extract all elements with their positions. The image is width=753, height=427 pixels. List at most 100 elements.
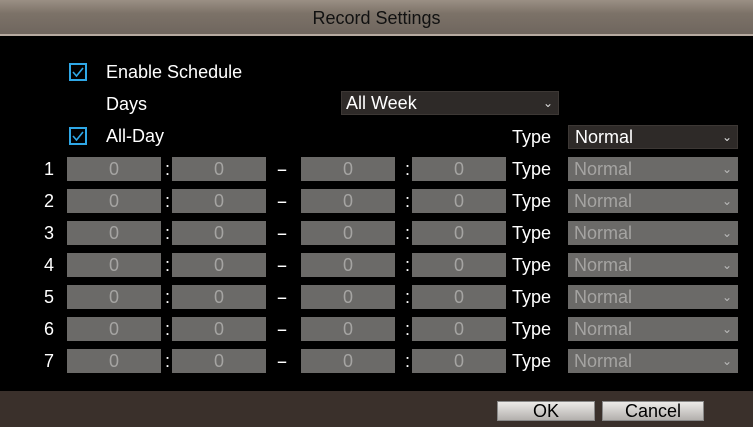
period-type-select[interactable]: Normal ⌄ xyxy=(568,285,738,309)
period-index: 7 xyxy=(44,351,55,371)
period-type-select[interactable]: Normal ⌄ xyxy=(568,317,738,341)
start-hour-field[interactable]: 0 xyxy=(67,221,161,245)
chevron-down-icon: ⌄ xyxy=(721,354,732,368)
time-range-separator: -- xyxy=(277,287,287,307)
period-type-select[interactable]: Normal ⌄ xyxy=(568,221,738,245)
period-index: 4 xyxy=(44,255,55,275)
ok-button[interactable]: OK xyxy=(497,401,595,421)
start-hour-field[interactable]: 0 xyxy=(67,157,161,181)
period-type-label: Type xyxy=(512,159,552,179)
time-range-separator: -- xyxy=(277,191,287,211)
type-label: Type xyxy=(512,127,552,147)
chevron-down-icon: ⌄ xyxy=(542,96,553,110)
time-colon: : xyxy=(405,319,411,339)
chevron-down-icon: ⌄ xyxy=(721,162,732,176)
period-type-value: Normal xyxy=(574,159,633,179)
record-settings-panel: Enable Schedule Days All Week ⌄ All-Day … xyxy=(0,36,753,391)
end-minute-field[interactable]: 0 xyxy=(412,189,506,213)
time-colon: : xyxy=(405,223,411,243)
period-row: 5 0 : 0 -- 0 : 0 Type Normal ⌄ xyxy=(0,284,753,310)
period-index: 3 xyxy=(44,223,55,243)
time-colon: : xyxy=(165,159,171,179)
days-select-value: All Week xyxy=(346,93,417,113)
time-colon: : xyxy=(405,351,411,371)
time-range-separator: -- xyxy=(277,159,287,179)
end-hour-field[interactable]: 0 xyxy=(301,189,395,213)
start-hour-field[interactable]: 0 xyxy=(67,349,161,373)
time-colon: : xyxy=(165,319,171,339)
checkmark-icon xyxy=(72,131,84,142)
record-type-select[interactable]: Normal ⌄ xyxy=(568,125,738,149)
time-range-separator: -- xyxy=(277,255,287,275)
end-hour-field[interactable]: 0 xyxy=(301,317,395,341)
period-row: 2 0 : 0 -- 0 : 0 Type Normal ⌄ xyxy=(0,188,753,214)
period-type-value: Normal xyxy=(574,223,633,243)
period-type-label: Type xyxy=(512,255,552,275)
period-type-label: Type xyxy=(512,223,552,243)
start-minute-field[interactable]: 0 xyxy=(172,285,266,309)
start-minute-field[interactable]: 0 xyxy=(172,253,266,277)
dialog-title: Record Settings xyxy=(0,0,753,36)
all-day-label: All-Day xyxy=(106,126,165,146)
period-type-value: Normal xyxy=(574,255,633,275)
time-colon: : xyxy=(165,351,171,371)
end-minute-field[interactable]: 0 xyxy=(412,349,506,373)
time-range-separator: -- xyxy=(277,351,287,371)
start-hour-field[interactable]: 0 xyxy=(67,189,161,213)
time-range-separator: -- xyxy=(277,223,287,243)
period-type-select[interactable]: Normal ⌄ xyxy=(568,349,738,373)
dialog-footer: OK Cancel xyxy=(0,391,753,427)
end-minute-field[interactable]: 0 xyxy=(412,221,506,245)
period-type-select[interactable]: Normal ⌄ xyxy=(568,253,738,277)
time-colon: : xyxy=(405,287,411,307)
end-minute-field[interactable]: 0 xyxy=(412,317,506,341)
start-minute-field[interactable]: 0 xyxy=(172,189,266,213)
period-type-label: Type xyxy=(512,351,552,371)
start-hour-field[interactable]: 0 xyxy=(67,253,161,277)
period-type-value: Normal xyxy=(574,319,633,339)
period-row: 3 0 : 0 -- 0 : 0 Type Normal ⌄ xyxy=(0,220,753,246)
period-type-value: Normal xyxy=(574,191,633,211)
period-type-label: Type xyxy=(512,287,552,307)
chevron-down-icon: ⌄ xyxy=(721,194,732,208)
all-day-checkbox[interactable] xyxy=(69,127,87,145)
days-label: Days xyxy=(106,94,148,114)
time-colon: : xyxy=(165,255,171,275)
record-type-value: Normal xyxy=(575,127,634,147)
cancel-button[interactable]: Cancel xyxy=(602,401,704,421)
period-type-select[interactable]: Normal ⌄ xyxy=(568,189,738,213)
time-colon: : xyxy=(165,287,171,307)
period-row: 4 0 : 0 -- 0 : 0 Type Normal ⌄ xyxy=(0,252,753,278)
end-minute-field[interactable]: 0 xyxy=(412,157,506,181)
time-colon: : xyxy=(405,191,411,211)
start-minute-field[interactable]: 0 xyxy=(172,221,266,245)
chevron-down-icon: ⌄ xyxy=(721,322,732,336)
time-colon: : xyxy=(405,255,411,275)
end-minute-field[interactable]: 0 xyxy=(412,285,506,309)
enable-schedule-checkbox[interactable] xyxy=(69,63,87,81)
chevron-down-icon: ⌄ xyxy=(721,258,732,272)
end-hour-field[interactable]: 0 xyxy=(301,253,395,277)
end-hour-field[interactable]: 0 xyxy=(301,157,395,181)
end-minute-field[interactable]: 0 xyxy=(412,253,506,277)
period-type-label: Type xyxy=(512,319,552,339)
end-hour-field[interactable]: 0 xyxy=(301,221,395,245)
time-range-separator: -- xyxy=(277,319,287,339)
checkmark-icon xyxy=(72,67,84,78)
start-hour-field[interactable]: 0 xyxy=(67,317,161,341)
period-index: 1 xyxy=(44,159,55,179)
period-type-select[interactable]: Normal ⌄ xyxy=(568,157,738,181)
time-colon: : xyxy=(405,159,411,179)
days-select[interactable]: All Week ⌄ xyxy=(341,91,559,115)
period-type-value: Normal xyxy=(574,351,633,371)
period-row: 7 0 : 0 -- 0 : 0 Type Normal ⌄ xyxy=(0,348,753,374)
start-minute-field[interactable]: 0 xyxy=(172,349,266,373)
end-hour-field[interactable]: 0 xyxy=(301,285,395,309)
end-hour-field[interactable]: 0 xyxy=(301,349,395,373)
start-hour-field[interactable]: 0 xyxy=(67,285,161,309)
start-minute-field[interactable]: 0 xyxy=(172,317,266,341)
start-minute-field[interactable]: 0 xyxy=(172,157,266,181)
period-type-label: Type xyxy=(512,191,552,211)
chevron-down-icon: ⌄ xyxy=(721,130,732,144)
chevron-down-icon: ⌄ xyxy=(721,226,732,240)
